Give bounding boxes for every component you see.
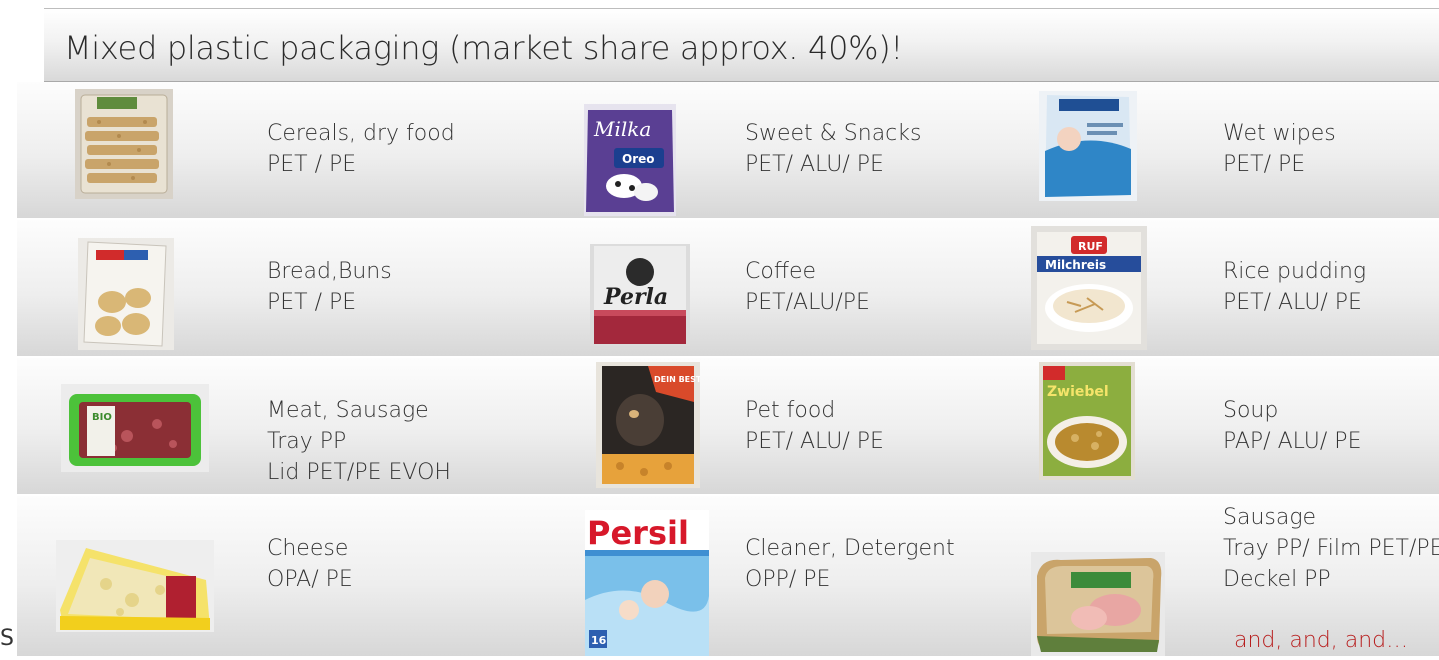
coffee-package-image: Perla [590, 244, 690, 346]
item-material: PET / PE [267, 152, 357, 177]
persil-logo-text: Persil [587, 514, 689, 552]
page-mark: S [0, 626, 14, 651]
item-material: PET/ALU/PE [745, 290, 870, 315]
item-label-rice-pudding: Rice pudding PET/ ALU/ PE [1223, 256, 1366, 318]
item-material: PET/ ALU/ PE [745, 429, 884, 454]
item-name: Rice pudding [1223, 259, 1367, 284]
item-name: Pet food [745, 398, 836, 423]
rice-pudding-package-image: RUF Milchreis [1031, 226, 1147, 350]
item-label-pet-food: Pet food PET/ ALU/ PE [745, 395, 884, 457]
oreo-logo-text: Oreo [622, 152, 655, 166]
item-material: PET / PE [267, 290, 357, 315]
detergent-package-image: Persil 16 [585, 510, 709, 656]
item-name: Sweet & Snacks [745, 121, 922, 146]
item-label-meat: Meat, Sausage Tray PP Lid PET/PE EVOH [267, 395, 451, 488]
item-name: Sausage [1223, 505, 1317, 530]
meat-tray-image: BIO [61, 384, 209, 472]
item-name: Cheese [267, 536, 349, 561]
item-material: Deckel PP [1223, 567, 1331, 592]
pet-food-package-image: DEIN BESTES [596, 362, 700, 488]
item-label-cheese: Cheese OPA/ PE [267, 533, 353, 595]
item-label-sausage: Sausage Tray PP/ Film PET/PE Deckel PP [1223, 502, 1439, 595]
item-label-wet-wipes: Wet wipes PET/ PE [1223, 118, 1336, 180]
title-bar: Mixed plastic packaging (market share ap… [44, 8, 1439, 82]
cereals-package-image [75, 89, 173, 199]
zwiebel-label-text: Zwiebel [1047, 384, 1109, 400]
item-material: Lid PET/PE EVOH [267, 460, 451, 485]
ruf-logo-text: RUF [1078, 240, 1103, 253]
item-label-sweets: Sweet & Snacks PET/ ALU/ PE [745, 118, 921, 180]
bread-package-image [78, 238, 174, 350]
sweets-package-image: Milka Oreo [584, 104, 676, 216]
milka-logo-text: Milka [593, 117, 651, 141]
perla-logo-text: Perla [603, 284, 668, 310]
item-label-coffee: Coffee PET/ALU/PE [745, 256, 870, 318]
item-material: PET/ PE [1223, 152, 1306, 177]
item-label-detergent: Cleaner, Detergent OPP/ PE [745, 533, 955, 595]
soup-package-image: Zwiebel [1039, 362, 1135, 480]
milchreis-label-text: Milchreis [1045, 258, 1106, 272]
item-material: PET/ ALU/ PE [1223, 290, 1362, 315]
item-material: PAP/ ALU/ PE [1223, 429, 1362, 454]
bio-label-text: BIO [92, 412, 112, 423]
item-label-cereals: Cereals, dry food PET / PE [267, 118, 455, 180]
petfood-label-text: DEIN BESTES [654, 375, 700, 384]
item-name: Coffee [745, 259, 817, 284]
item-material: OPA/ PE [267, 567, 353, 592]
persil-badge-text: 16 [591, 634, 607, 647]
item-label-bread: Bread,Buns PET / PE [267, 256, 392, 318]
item-name: Meat, Sausage [267, 398, 429, 423]
item-name: Wet wipes [1223, 121, 1336, 146]
footer-note: and, and, and… [1234, 628, 1409, 653]
cheese-package-image [56, 540, 214, 632]
item-material: OPP/ PE [745, 567, 831, 592]
item-name: Bread,Buns [267, 259, 392, 284]
slide-title: Mixed plastic packaging (market share ap… [64, 29, 903, 67]
item-name: Soup [1223, 398, 1279, 423]
item-label-soup: Soup PAP/ ALU/ PE [1223, 395, 1361, 457]
item-material: PET/ ALU/ PE [745, 152, 884, 177]
item-material: Tray PP [267, 429, 347, 454]
item-name: Cereals, dry food [267, 121, 455, 146]
item-material: Tray PP/ Film PET/PE [1223, 536, 1439, 561]
sausage-tray-image [1031, 552, 1165, 656]
wet-wipes-package-image [1039, 91, 1137, 201]
item-name: Cleaner, Detergent [745, 536, 955, 561]
